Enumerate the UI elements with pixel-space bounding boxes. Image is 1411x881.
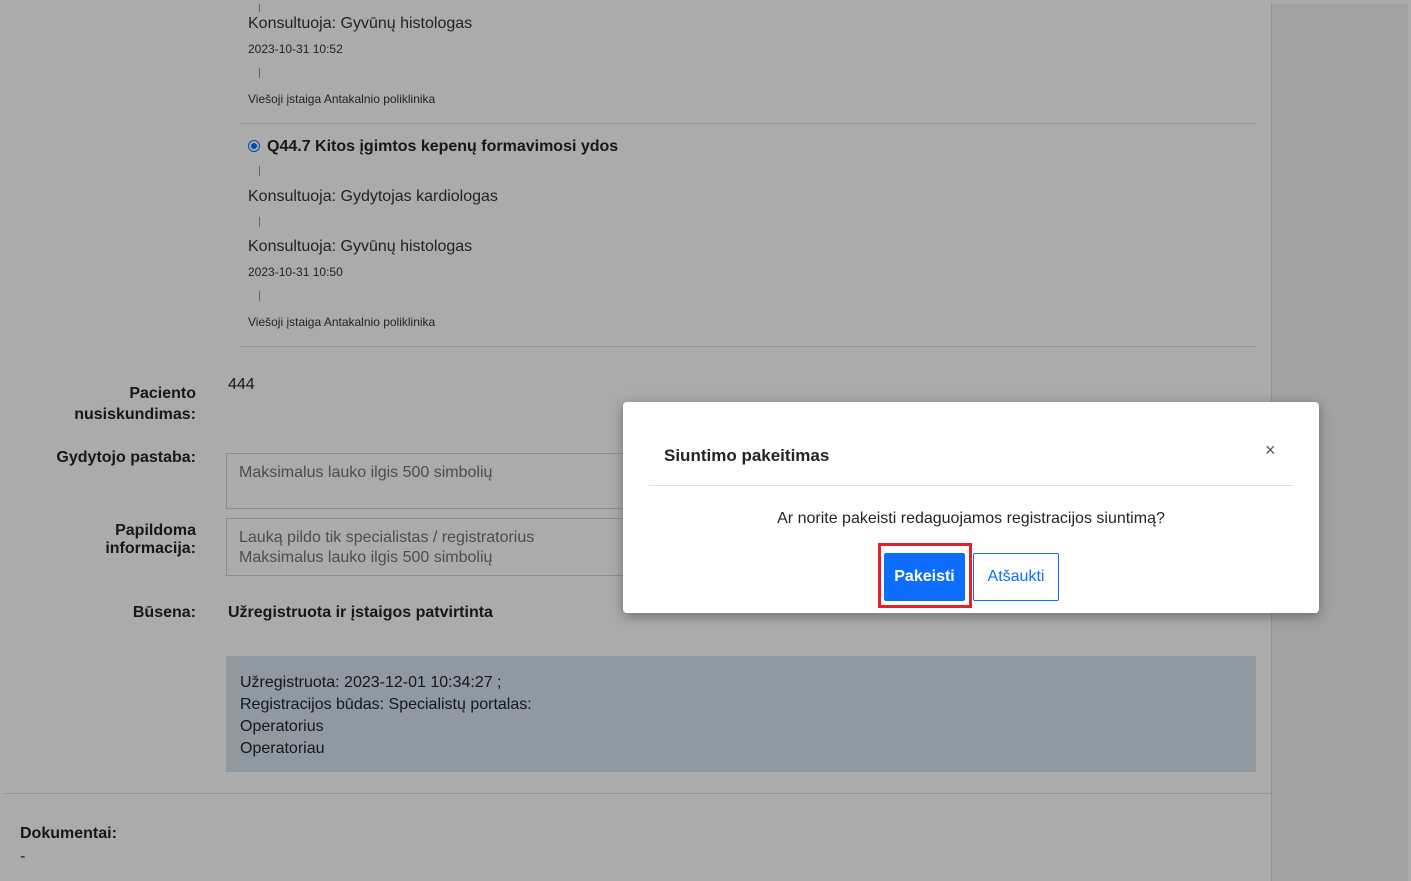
confirm-modal: Siuntimo pakeitimas × Ar norite pakeisti… [623,402,1319,613]
cancel-button[interactable]: Atšaukti [973,553,1059,601]
modal-title: Siuntimo pakeitimas [664,446,830,465]
confirm-button[interactable]: Pakeisti [884,553,965,601]
modal-divider [649,485,1293,486]
close-icon[interactable]: × [1265,440,1276,461]
modal-message: Ar norite pakeisti redaguojamos registra… [777,510,1165,527]
